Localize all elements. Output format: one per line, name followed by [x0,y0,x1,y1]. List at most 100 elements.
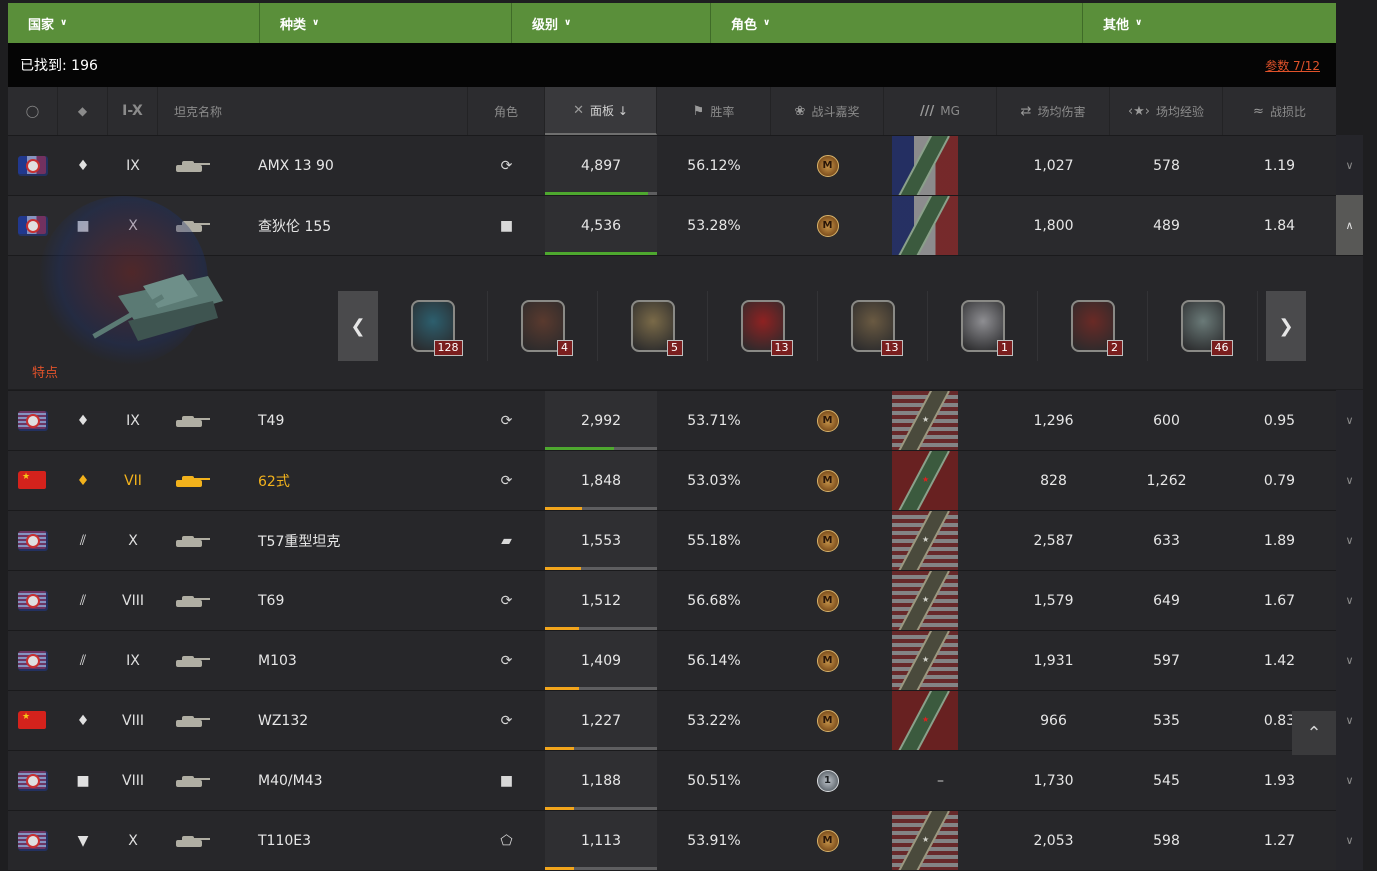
table-row[interactable]: ♦ VIII WZ132 ⟳ 1,227 53.22% M ★ 966 535 0.83 [8,690,1336,750]
achievement-item[interactable]: 5 [598,291,708,361]
col-name-label: 坦克名称 [174,104,223,119]
filter-role[interactable]: 角色 ∨ [711,3,1083,43]
role-cell: ▰ [468,511,545,570]
filter-nation[interactable]: 国家 ∨ [8,3,260,43]
table-row[interactable]: ▼ X T110E3 ⬠ 1,113 53.91% M ★ 2,053 598 1.27 [8,810,1336,870]
panel-cell: 1,848 [545,451,657,510]
tank-name[interactable]: T57重型坦克 [258,531,340,551]
tank-name[interactable]: T110E3 [258,833,311,849]
table-row[interactable]: ♦ IX AMX 13 90 ⟳ 4,897 56.12% M 1,027 578 1.19 [8,135,1336,195]
col-panel[interactable]: ✕ 面板 ↓ [545,87,657,135]
expand-row-button[interactable]: ∨ [1336,810,1363,870]
filter-tier[interactable]: 级别 ∨ [512,3,711,43]
col-ratio[interactable]: ≈ 战损比 [1223,87,1336,135]
tank-name[interactable]: WZ132 [258,713,308,729]
panel-cell: 1,409 [545,631,657,690]
col-role[interactable]: 角色 [468,87,545,135]
collapse-row-button[interactable]: ∧ [1336,195,1363,255]
achievement-item[interactable]: 128 [378,291,488,361]
role-icon: ■ [499,217,514,234]
table-row[interactable]: ⫽ IX M103 ⟳ 1,409 56.14% M ★ 1,931 597 1.42 [8,630,1336,690]
mg-cell [884,136,997,195]
tier-cell: IX [108,631,158,690]
col-winrate[interactable]: ⚑ 胜率 [657,87,771,135]
col-name[interactable]: 坦克名称 [158,87,468,135]
found-count: 已找到: 196 [20,58,98,74]
expand-row-button[interactable]: ∨ [1336,450,1363,510]
table-row[interactable]: ⫽ X T57重型坦克 ▰ 1,553 55.18% M ★ 2,587 633 1.89 [8,510,1336,570]
achievement-item[interactable]: 13 [708,291,818,361]
scroll-to-top-button[interactable]: ⌃ [1292,711,1336,755]
filter-type-label: 种类 [280,17,307,33]
table-row[interactable]: ■X查狄伦 155■4,53653.28%M1,8004891.84 [8,195,1336,255]
tank-name[interactable]: T69 [258,593,284,609]
name-cell: T57重型坦克 [158,511,468,570]
exp-value: 597 [1153,652,1180,669]
winrate-value: 56.14% [687,652,741,669]
expand-row-button[interactable]: ∨ [1336,390,1363,450]
tank-name[interactable]: T49 [258,413,284,429]
params-link[interactable]: 参数 7/12 [1265,57,1320,74]
col-type[interactable]: ◆ [58,87,108,135]
tier-label: X [128,532,138,549]
expand-row-button[interactable]: ∨ [1336,510,1363,570]
type-cell: ♦ [58,691,108,750]
chevron-down-icon: ∨ [564,18,572,28]
winrate-value: 53.28% [687,217,741,234]
col-tier[interactable]: I-X [108,87,158,135]
tank-name[interactable]: M103 [258,653,297,669]
ratio-value: 0.83 [1263,712,1296,729]
mg-cell: ★ [884,811,997,870]
achievement-count: 4 [556,340,573,356]
mastery-badge-icon: M [816,589,839,612]
mastery-cell: M [771,136,884,195]
tank-name[interactable]: AMX 13 90 [258,158,334,174]
col-damage[interactable]: ⇄ 场均伤害 [997,87,1110,135]
achievement-item[interactable]: 1 [928,291,1038,361]
type-cell: ⫽ [58,571,108,630]
panel-value: 1,227 [580,712,622,729]
mastery-cell: M [771,196,884,255]
prev-achievements-button[interactable]: ❮ [338,291,378,361]
col-damage-label: 场均伤害 [1037,104,1086,119]
expand-row-button[interactable]: ∨ [1336,750,1363,810]
col-nation[interactable]: ◯ [8,87,58,135]
feature-link[interactable]: 特点 [32,362,58,381]
table-row[interactable]: ⫽ VIII T69 ⟳ 1,512 56.68% M ★ 1,579 649 1.67 [8,570,1336,630]
role-cell: ⬠ [468,811,545,870]
expand-row-button[interactable]: ∨ [1336,135,1363,195]
col-mg-label: MG [940,104,960,118]
col-tier-label: I-X [122,103,143,119]
filter-other[interactable]: 其他 ∨ [1083,3,1336,43]
tank-name[interactable]: M40/M43 [258,773,323,789]
tank-silhouette-icon [172,474,210,488]
tank-type-icon: ♦ [76,712,90,729]
col-mastery[interactable]: ❀ 战斗嘉奖 [771,87,884,135]
tank-name[interactable]: 62式 [258,471,290,491]
nation-flag-icon [18,590,48,611]
name-cell: M40/M43 [158,751,468,810]
ratio-value: 1.19 [1263,157,1296,174]
col-exp[interactable]: ‹★› 场均经验 [1110,87,1223,135]
tank-type-icon: ⫽ [79,532,87,549]
filter-bar: 国家 ∨ 种类 ∨ 级别 ∨ 角色 ∨ 其他 ∨ [8,3,1336,43]
achievement-item[interactable]: 46 [1148,291,1258,361]
winrate-value: 56.12% [687,157,741,174]
expand-row-button[interactable]: ∨ [1336,690,1363,750]
tank-name[interactable]: 查狄伦 155 [258,216,331,236]
next-achievements-button[interactable]: ❯ [1266,291,1306,361]
table-row[interactable]: ♦ IX T49 ⟳ 2,992 53.71% M ★ 1,296 600 0.95 [8,390,1336,450]
name-cell: 62式 [158,451,468,510]
mastery-cell: M [771,811,884,870]
table-row[interactable]: ■ VIII M40/M43 ■ 1,188 50.51% 1 – 1,730 545 1.93 [8,750,1336,810]
table-row[interactable]: ♦ VII 62式 ⟳ 1,848 53.03% M ★ 828 1,262 0.79 [8,450,1336,510]
achievement-item[interactable]: 2 [1038,291,1148,361]
achievement-item[interactable]: 4 [488,291,598,361]
expand-row-button[interactable]: ∨ [1336,630,1363,690]
achievement-item[interactable]: 13 [818,291,928,361]
tier-cell: VIII [108,691,158,750]
col-mg[interactable]: /// MG [884,87,997,135]
expand-row-button[interactable]: ∨ [1336,570,1363,630]
damage-value: 1,800 [1033,217,1074,234]
filter-type[interactable]: 种类 ∨ [260,3,512,43]
